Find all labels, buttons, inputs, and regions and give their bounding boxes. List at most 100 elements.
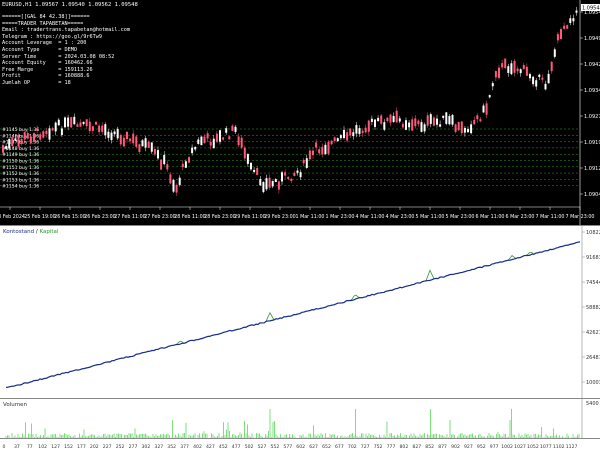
trade-number-label: 652: [322, 444, 331, 450]
candle-body: [287, 176, 290, 179]
candle-body: [436, 118, 438, 125]
candle-body: [175, 184, 178, 193]
candle-body: [336, 138, 339, 142]
candle-body: [64, 117, 66, 128]
candle-body: [550, 61, 553, 72]
candle-body: [522, 65, 525, 70]
candle-body: [429, 114, 432, 124]
candle-body: [470, 124, 473, 134]
candle-body: [160, 159, 163, 170]
candle-body: [392, 115, 395, 122]
order-level-label: #1152 buy 1.36: [2, 171, 39, 177]
candle-body: [432, 117, 435, 126]
candle-body: [79, 122, 82, 127]
candle-body: [395, 110, 398, 123]
candle-body: [420, 122, 423, 132]
trade-number-label: 927: [464, 444, 473, 450]
candle-body: [358, 128, 361, 135]
volume-chart[interactable]: 5400: [0, 399, 600, 439]
trade-number-label: 0: [3, 444, 6, 450]
trade-number-label: 502: [245, 444, 254, 450]
price-tick-label: 1.09270: [584, 114, 600, 120]
candle-body: [153, 148, 156, 155]
balance-chart[interactable]: 10822 91683 74544 58882 42621 26481 10003: [0, 226, 600, 399]
order-level-label: #1149 buy 1.36: [2, 152, 39, 158]
candle-body: [454, 124, 457, 132]
candle-body: [2, 145, 4, 153]
candle-body: [119, 135, 122, 145]
candle-body: [129, 138, 132, 141]
trade-number-label: 977: [490, 444, 499, 450]
candle-body: [569, 18, 572, 23]
trade-number-label: 302: [142, 444, 151, 450]
time-tick-label: 6 Mar 11:00: [476, 214, 505, 220]
candle-body: [312, 150, 314, 156]
candle-body: [305, 158, 308, 168]
candle-body: [324, 144, 327, 155]
candle-body: [113, 131, 116, 135]
candle-body: [535, 80, 538, 87]
volume-tick-label: 5400: [586, 401, 599, 407]
candle-body: [516, 68, 519, 72]
candle-body: [330, 140, 333, 145]
candle-body: [513, 60, 516, 73]
candle-body: [327, 141, 330, 154]
candle-body: [507, 66, 510, 73]
candle-body: [451, 114, 454, 125]
candle-body: [209, 141, 212, 146]
trade-number-label: 552: [271, 444, 280, 450]
trade-number-label: 852: [425, 444, 434, 450]
candle-body: [225, 128, 228, 133]
candle-body: [141, 140, 144, 147]
candle-body: [88, 121, 91, 132]
candle-body: [203, 136, 206, 144]
candle-body: [296, 170, 299, 173]
order-level-label: #1153 buy 1.36: [2, 177, 39, 183]
candle-body: [281, 172, 283, 182]
trade-number-label: 352: [167, 444, 176, 450]
candle-body: [29, 136, 32, 144]
candle-body: [491, 83, 494, 87]
candle-body: [126, 131, 128, 140]
candle-body: [20, 139, 23, 144]
info-line: Account Leverage = 1 : 200: [2, 40, 87, 47]
candle-body: [166, 164, 169, 170]
price-chart-panel[interactable]: 1.09548 1.09495 1.09420 1.09345 1.09270 1.091…: [0, 0, 600, 225]
candle-body: [91, 126, 94, 131]
candle-body: [60, 128, 63, 136]
time-tick-label: 7 Mar 23:00: [566, 214, 595, 220]
balance-chart-panel[interactable]: 10822 91683 74544 58882 42621 26481 10003 Kont…: [0, 225, 600, 399]
candle-body: [411, 119, 414, 131]
time-tick-label: 5 Mar 23:00: [446, 214, 475, 220]
trade-number-label: 402: [193, 444, 202, 450]
candle-body: [181, 163, 184, 168]
trade-number-label: 752: [374, 444, 383, 450]
candle-body: [51, 128, 54, 131]
candle-body: [246, 154, 249, 164]
trade-number-label: 577: [283, 444, 292, 450]
candle-body: [188, 157, 190, 163]
info-line: Email : tradertrans.tapabetan@hotmail.co…: [2, 27, 131, 34]
order-level-label: #1154 buy 1.36: [2, 184, 39, 190]
time-tick-label: 4 Mar 23:00: [386, 214, 415, 220]
balance-tick-label: 74544: [586, 280, 600, 286]
candle-body: [302, 159, 305, 164]
balance-line: [5, 241, 581, 389]
candle-body: [259, 179, 262, 186]
time-tick-label: 1 Mar 11:00: [296, 214, 325, 220]
candle-body: [439, 124, 442, 127]
candle-body: [219, 130, 221, 142]
price-tick-label: 1.09420: [584, 62, 600, 68]
candle-body: [361, 130, 364, 133]
candle-body: [70, 117, 73, 128]
candle-body: [463, 127, 466, 133]
candle-body: [479, 119, 482, 122]
time-tick-label: 29 Feb 23:00: [264, 214, 295, 220]
candle-body: [54, 122, 57, 132]
volume-chart-panel[interactable]: 5400 Volumen: [0, 398, 600, 439]
candle-body: [501, 63, 504, 68]
price-tick-label: 1.09120: [584, 166, 600, 172]
candle-body: [73, 116, 76, 125]
candle-body: [525, 66, 528, 76]
time-tick-label: 27 Feb 11:00: [114, 214, 145, 220]
